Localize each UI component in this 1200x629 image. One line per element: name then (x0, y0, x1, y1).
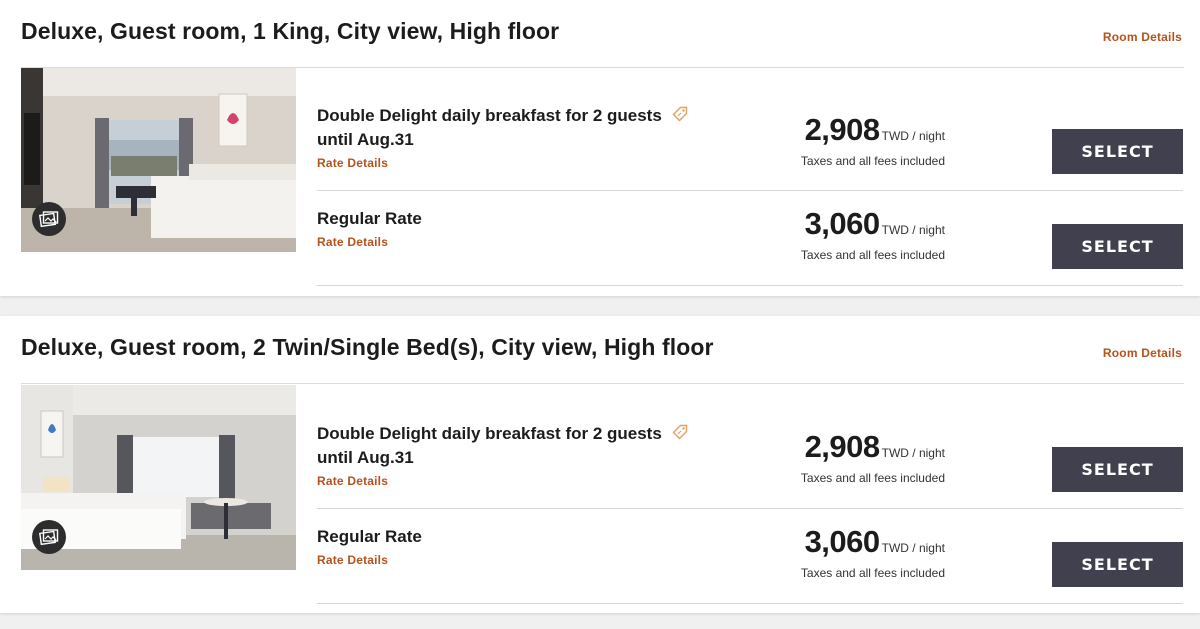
divider (317, 190, 1183, 191)
room-card: Deluxe, Guest room, 1 King, City view, H… (0, 0, 1200, 296)
gallery-icon (39, 529, 59, 546)
price-amount: 3,060 (804, 524, 881, 559)
price-block: 3,060 TWD / night Taxes and all fees incl… (801, 206, 945, 262)
room-title: Deluxe, Guest room, 1 King, City view, H… (21, 18, 560, 44)
rate-name-line: until Aug.31 (317, 130, 414, 149)
rate-name-line: Double Delight daily breakfast for 2 gue… (317, 106, 662, 125)
select-button[interactable]: SELECT (1052, 447, 1183, 492)
price-unit: TWD / night (881, 446, 945, 460)
price-unit: TWD / night (881, 129, 945, 143)
rate-name: Regular Rate (317, 209, 422, 228)
price-note: Taxes and all fees included (800, 248, 945, 262)
divider (21, 383, 1184, 384)
room-details-link[interactable]: Room Details (1103, 30, 1182, 44)
gallery-button[interactable] (32, 520, 66, 554)
gallery-button[interactable] (32, 202, 66, 236)
select-button[interactable]: SELECT (1052, 224, 1183, 269)
price-amount: 2,908 (804, 429, 881, 464)
room-details-link[interactable]: Room Details (1103, 346, 1182, 360)
room-photo[interactable] (21, 68, 296, 252)
price-unit: TWD / night (881, 541, 945, 555)
room-title: Deluxe, Guest room, 2 Twin/Single Bed(s)… (21, 334, 714, 360)
price-block: 3,060 TWD / night Taxes and all fees incl… (801, 524, 945, 580)
price-note: Taxes and all fees included (800, 471, 945, 485)
select-button[interactable]: SELECT (1052, 542, 1183, 587)
rate-name: Regular Rate (317, 527, 422, 546)
price-unit: TWD / night (881, 223, 945, 237)
divider (317, 508, 1183, 509)
price-amount: 3,060 (804, 206, 881, 241)
select-button[interactable]: SELECT (1052, 129, 1183, 174)
rate-name: Double Delight daily breakfast for 2 gue… (317, 104, 717, 152)
rate-name-line: Double Delight daily breakfast for 2 gue… (317, 424, 662, 443)
price-note: Taxes and all fees included (800, 566, 945, 580)
rate-name: Double Delight daily breakfast for 2 gue… (317, 422, 717, 470)
room-card: Deluxe, Guest room, 2 Twin/Single Bed(s)… (0, 316, 1200, 613)
price-note: Taxes and all fees included (800, 154, 945, 168)
divider (317, 603, 1183, 604)
price-block: 2,908 TWD / night Taxes and all fees incl… (801, 429, 945, 485)
rate-name-line: until Aug.31 (317, 448, 414, 467)
divider (317, 285, 1183, 286)
price-block: 2,908 TWD / night Taxes and all fees incl… (801, 112, 945, 168)
price-amount: 2,908 (804, 112, 881, 147)
room-photo[interactable] (21, 385, 296, 570)
gallery-icon (39, 211, 59, 228)
promo-tag-icon (672, 424, 687, 440)
promo-tag-icon (672, 106, 687, 122)
